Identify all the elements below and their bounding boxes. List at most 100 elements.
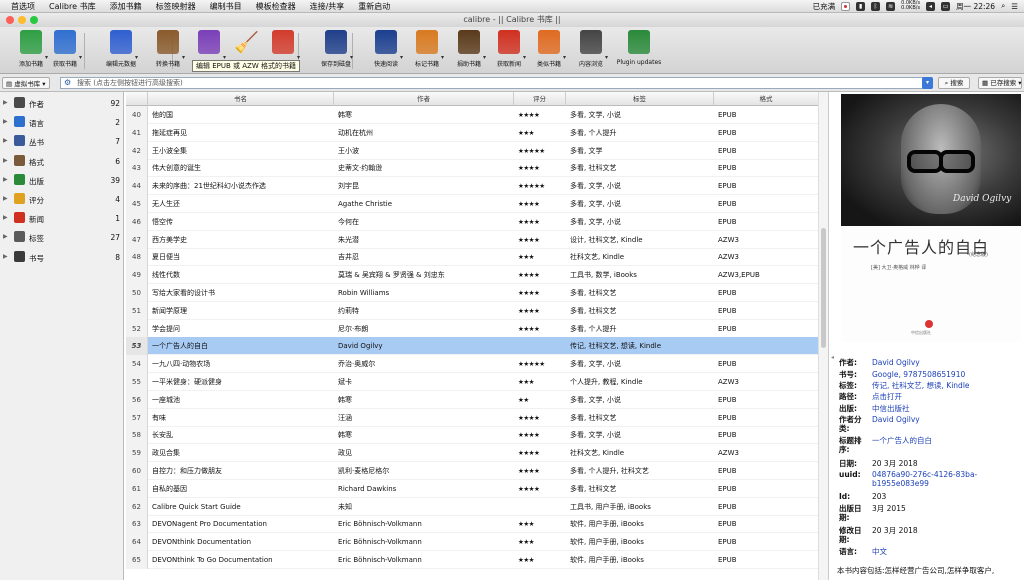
advanced-search-gear-icon[interactable]: ⚙ xyxy=(64,78,71,87)
metadata-value[interactable]: 点击打开 xyxy=(872,392,1022,401)
input-source-icon[interactable] xyxy=(841,1,851,11)
book-row[interactable]: 54 一九八四·动物农场 乔治·奥威尔 ★★★★★ 多看, 文学, 小说 EPUB xyxy=(126,355,818,374)
search-button[interactable]: ⌕ 搜索 xyxy=(938,77,970,89)
scrollbar-thumb[interactable] xyxy=(821,228,826,348)
metadata-value[interactable]: 04876a90-276c-4126-83ba-b1955e083e99 xyxy=(872,470,1022,488)
tag-category-news[interactable]: ▶ 新闻 1 xyxy=(0,209,122,228)
book-row[interactable]: 48 夏日便当 吉井忍 ★★★ 社科文艺, Kindle AZW3 xyxy=(126,248,818,267)
menu-connect-share[interactable]: 连接/共享 xyxy=(303,0,352,13)
battery-icon[interactable]: ▭ xyxy=(941,1,951,11)
book-row[interactable]: 60 自控力：和压力做朋友 凯利·麦格尼格尔 ★★★★ 多看, 个人提升, 社科文艺 EP… xyxy=(126,462,818,480)
tag-category-languages[interactable]: ▶ 语言 2 xyxy=(0,113,122,132)
book-list-scrollbar[interactable] xyxy=(818,92,828,580)
book-row[interactable]: 61 自私的基因 Richard Dawkins ★★★★ 多看, 社科文艺 EPUB xyxy=(126,479,818,498)
book-row[interactable]: 47 西方美学史 朱光潜 ★★★★ 设计, 社科文艺, Kindle AZW3 xyxy=(126,230,818,249)
expand-arrow-icon[interactable]: ▶ xyxy=(3,253,8,260)
expand-arrow-icon[interactable]: ▶ xyxy=(3,99,8,106)
book-row[interactable]: 53 一个广告人的自白 David Ogilvy 传记, 社科文艺, 想读, Kind… xyxy=(126,337,818,356)
book-row[interactable]: 50 写给大家看的设计书 Robin Williams ★★★★ 多看, 社科文艺 EPU… xyxy=(126,284,818,302)
plugin-updates-icon xyxy=(628,30,650,54)
book-row[interactable]: 51 新闻学原理 约莉特 ★★★★ 多看, 社科文艺 EPUB xyxy=(126,301,818,320)
book-row[interactable]: 43 伟大创意的诞生 史蒂文·约翰逊 ★★★★ 多看, 社科文艺 EPUB xyxy=(126,159,818,178)
book-row[interactable]: 63 DEVONagent Pro Documentation Eric Böhni… xyxy=(126,515,818,534)
dropdown-arrow-icon[interactable]: ▾ xyxy=(605,54,608,61)
book-row[interactable]: 64 DEVONthink Documentation Eric Böhnisch-… xyxy=(126,533,818,552)
metadata-value[interactable]: 一个广告人的自白 xyxy=(872,436,1022,445)
menu-template-tester[interactable]: 模板检查器 xyxy=(249,0,303,13)
metadata-value[interactable]: Google, 9787508651910 xyxy=(872,370,1022,379)
minimize-window-icon[interactable] xyxy=(18,16,26,24)
tag-category-authors[interactable]: ▶ 作者 92 xyxy=(0,94,122,113)
header-formats[interactable]: 格式 xyxy=(714,92,818,106)
row-number: 48 xyxy=(126,248,148,267)
tag-category-series[interactable]: ▶ 丛书 7 xyxy=(0,132,122,151)
metadata-value[interactable]: 传记, 社科文艺, 想读, Kindle xyxy=(872,381,1022,390)
book-row[interactable]: 57 有味 汪涵 ★★★★ 多看, 社科文艺 EPUB xyxy=(126,408,818,427)
menu-add-books[interactable]: 添加书籍 xyxy=(103,0,149,13)
menu-extra-icon[interactable]: ▮ xyxy=(856,1,866,11)
saved-searches-button[interactable]: ▦ 已存搜索 ▾ xyxy=(978,77,1022,89)
tag-category-identifiers[interactable]: ▶ 书号 8 xyxy=(0,248,122,267)
book-row[interactable]: 46 悟空传 今何在 ★★★★ 多看, 文学, 小说 EPUB xyxy=(126,212,818,231)
expand-arrow-icon[interactable]: ▶ xyxy=(3,137,8,144)
header-title[interactable]: 书名 xyxy=(148,92,334,106)
menu-preferences[interactable]: 首选项 xyxy=(4,0,42,13)
book-row[interactable]: 59 政见合集 政见 ★★★★ 社科文艺, Kindle AZW3 xyxy=(126,444,818,463)
book-row[interactable]: 55 一平米健身：硬派健身 斌卡 ★★★ 个人提升, 教程, Kindle AZW3 xyxy=(126,373,818,391)
header-author[interactable]: 作者 xyxy=(334,92,514,106)
search-input[interactable]: 搜索 (点击左侧按钮进行高级搜索) xyxy=(60,77,930,89)
virtual-library-button[interactable]: ▤ 虚拟书库 ▾ xyxy=(2,77,50,89)
metadata-value[interactable]: 中文 xyxy=(872,547,1022,556)
book-row[interactable]: 65 DEVONthink To Go Documentation Eric Böh… xyxy=(126,551,818,569)
book-row[interactable]: 44 未来的序曲：21世纪科幻小说杰作选 刘宇昆 ★★★★★ 多看, 文学, 小说 EPU… xyxy=(126,177,818,196)
toolbar-button-get-books[interactable]: 获取书籍 ▾ xyxy=(36,30,94,68)
metadata-value[interactable]: David Ogilvy xyxy=(872,415,1022,424)
menu-calibre-library[interactable]: Calibre 书库 xyxy=(42,0,103,13)
dropdown-arrow-icon[interactable]: ▾ xyxy=(350,54,353,61)
notification-icon[interactable]: ☰ xyxy=(1011,2,1018,11)
tag-category-name: 丛书 xyxy=(29,138,44,148)
metadata-value[interactable]: David Ogilvy xyxy=(872,358,1022,367)
wifi-icon[interactable]: ≋ xyxy=(886,1,896,11)
volume-icon[interactable]: ◂ xyxy=(926,1,936,11)
book-row[interactable]: 56 一座城池 韩寒 ★★ 多看, 文学, 小说 EPUB xyxy=(126,390,818,409)
book-row[interactable]: 62 Calibre Quick Start Guide 未知 工具书, 用户手册, … xyxy=(126,497,818,516)
book-row[interactable]: 49 线性代数 莫瑞 & 吴宾翔 & 罗贤强 & 刘忠东 ★★★★ 工具书, 数学, i… xyxy=(126,266,818,285)
expand-arrow-icon[interactable]: ▶ xyxy=(3,195,8,202)
book-cover[interactable]: David Ogilvy 一个广告人的自白 (纪念版) [美] 大卫·奥格威 林… xyxy=(841,94,1021,342)
menu-tag-mapper[interactable]: 标签映射器 xyxy=(149,0,203,13)
dropdown-arrow-icon[interactable]: ▾ xyxy=(135,54,138,61)
book-row[interactable]: 42 王小波全集 王小波 ★★★★★ 多看, 文学 EPUB xyxy=(126,141,818,160)
tag-category-tags[interactable]: ▶ 标签 27 xyxy=(0,228,122,247)
header-tags[interactable]: 标签 xyxy=(566,92,714,106)
search-history-dropdown-icon[interactable]: ▾ xyxy=(922,77,933,89)
expand-arrow-icon[interactable]: ▶ xyxy=(3,214,8,221)
book-rating: ★★★★ xyxy=(518,306,540,315)
book-row[interactable]: 58 长安乱 韩寒 ★★★★ 多看, 文学, 小说 EPUB xyxy=(126,426,818,445)
metadata-value[interactable]: 中信出版社 xyxy=(872,404,1022,413)
book-row[interactable]: 41 拖延症再见 动机在杭州 ★★★ 多看, 个人提升 EPUB xyxy=(126,123,818,142)
spotlight-icon[interactable]: ⌕ xyxy=(1001,1,1005,11)
book-row[interactable]: 45 无人生还 Agathe Christie ★★★★ 多看, 文学, 小说 EPUB xyxy=(126,195,818,213)
expand-arrow-icon[interactable]: ▶ xyxy=(3,233,8,240)
menu-catalog[interactable]: 编制书目 xyxy=(203,0,249,13)
expand-arrow-icon[interactable]: ▶ xyxy=(3,157,8,164)
toolbar-button-plugin-updates[interactable]: Plugin updates xyxy=(610,30,668,66)
expand-arrow-icon[interactable]: ▶ xyxy=(3,118,8,125)
book-row[interactable]: 40 他的国 韩寒 ★★★★ 多看, 文学, 小说 EPUB xyxy=(126,106,818,124)
clock[interactable]: 周一 22:26 xyxy=(956,1,995,12)
fetch-news-icon xyxy=(498,30,520,54)
book-row[interactable]: 52 学会提问 尼尔·布朗 ★★★★ 多看, 个人提升 EPUB xyxy=(126,319,818,338)
tag-category-formats[interactable]: ▶ 格式 6 xyxy=(0,152,122,171)
bluetooth-icon[interactable]: ᛒ xyxy=(871,1,881,11)
splitter-handle-icon[interactable]: ◂ xyxy=(831,354,834,361)
close-window-icon[interactable] xyxy=(6,16,14,24)
header-rating[interactable]: 评分 xyxy=(514,92,566,106)
expand-arrow-icon[interactable]: ▶ xyxy=(3,176,8,183)
tag-category-publisher[interactable]: ▶ 出版 39 xyxy=(0,171,122,190)
zoom-window-icon[interactable] xyxy=(30,16,38,24)
menu-restart[interactable]: 重新启动 xyxy=(351,0,397,13)
tag-category-rating[interactable]: ▶ 评分 4 xyxy=(0,190,122,209)
battery-status[interactable]: 已充满 xyxy=(813,1,836,12)
dropdown-arrow-icon[interactable]: ▾ xyxy=(79,54,82,61)
